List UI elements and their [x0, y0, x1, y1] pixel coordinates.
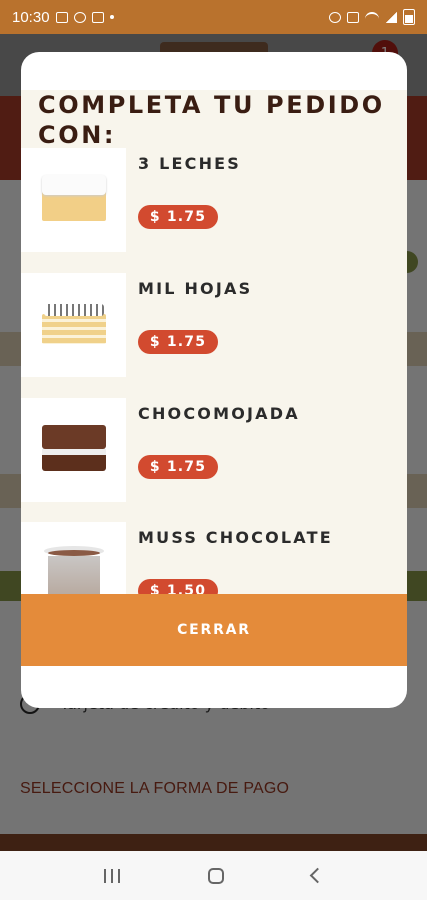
mil-hojas-image — [21, 273, 126, 377]
status-time: 10:30 — [12, 8, 50, 26]
product-item[interactable]: CHOCOMOJADA $ 1.75 — [21, 398, 407, 522]
android-nav-bar — [0, 851, 427, 900]
product-price-badge[interactable]: $ 1.75 — [138, 330, 218, 354]
facebook-icon — [91, 11, 104, 23]
product-item[interactable]: MIL HOJAS $ 1.75 — [21, 273, 407, 397]
back-icon[interactable] — [309, 867, 326, 884]
wifi-icon — [365, 12, 379, 22]
alarm-icon — [329, 11, 341, 23]
muss-chocolate-image — [21, 522, 126, 594]
product-name: MUSS CHOCOLATE — [138, 528, 333, 547]
tres-leches-image — [21, 148, 126, 252]
upsell-modal: COMPLETA TU PEDIDO CON: 3 LECHES $ 1.75 … — [21, 52, 407, 708]
signal-icon — [385, 11, 397, 23]
product-price-badge[interactable]: $ 1.50 — [138, 579, 218, 594]
status-bar: 10:30 — [0, 0, 427, 34]
image-icon — [55, 11, 68, 23]
battery-icon — [403, 9, 415, 25]
product-name: MIL HOJAS — [138, 279, 253, 298]
product-name: 3 LECHES — [138, 154, 242, 173]
modal-title: COMPLETA TU PEDIDO CON: — [38, 91, 385, 149]
product-item[interactable]: MUSS CHOCOLATE $ 1.50 — [21, 522, 407, 594]
product-price-badge[interactable]: $ 1.75 — [138, 205, 218, 229]
close-button[interactable]: CERRAR — [21, 594, 407, 666]
product-price-badge[interactable]: $ 1.75 — [138, 455, 218, 479]
whatsapp-icon — [73, 11, 86, 23]
home-icon[interactable] — [208, 867, 224, 884]
product-item[interactable]: 3 LECHES $ 1.75 — [21, 148, 407, 272]
product-list[interactable]: 3 LECHES $ 1.75 MIL HOJAS $ 1.75 CHOCOMO… — [21, 148, 407, 594]
mute-icon — [347, 11, 359, 23]
recents-icon[interactable] — [104, 868, 120, 883]
dot-icon — [109, 15, 114, 19]
chocomojada-image — [21, 398, 126, 502]
product-name: CHOCOMOJADA — [138, 404, 300, 423]
